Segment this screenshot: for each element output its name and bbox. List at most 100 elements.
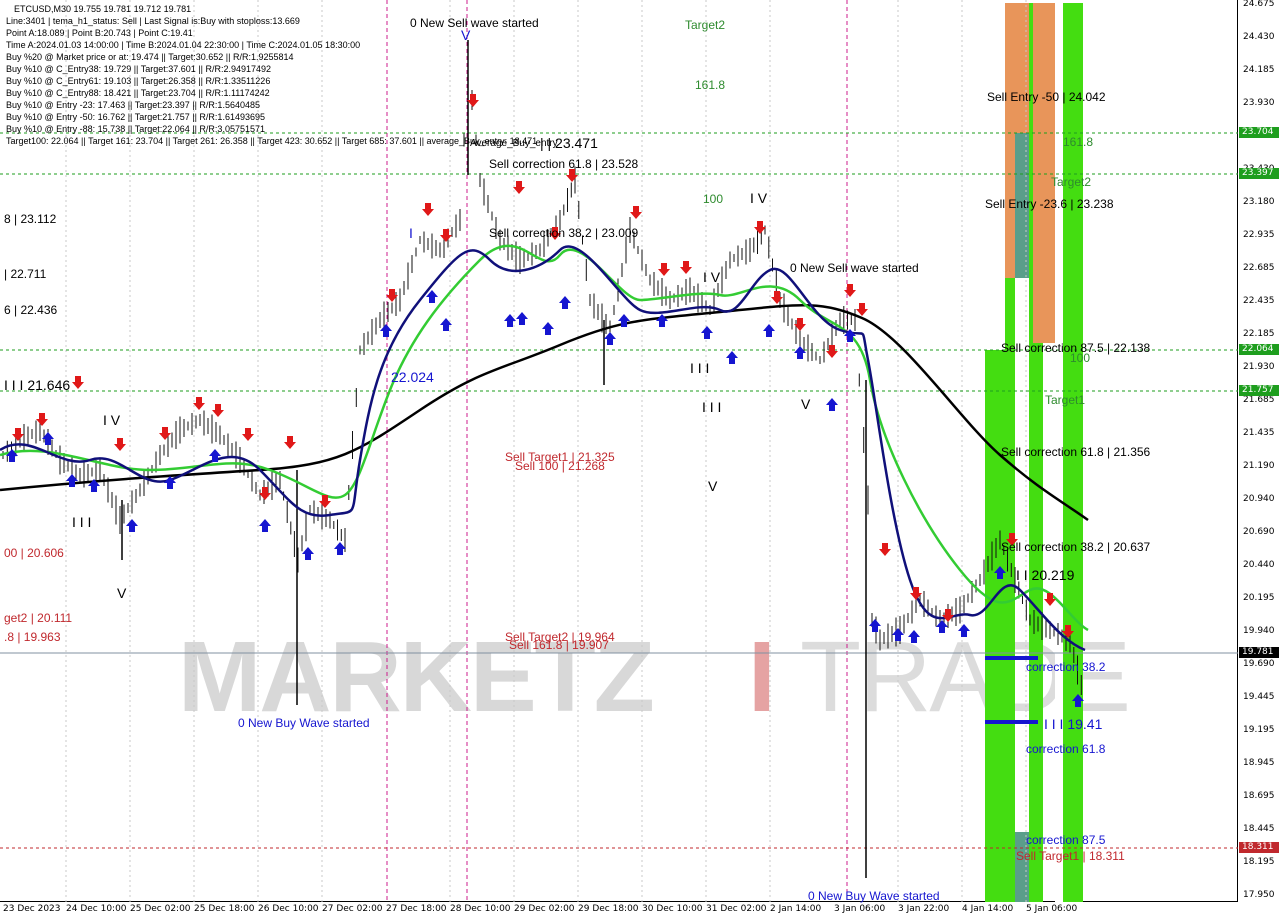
label-price-1941: I I I 19.41 [1044, 716, 1103, 732]
wave-v-3: V [801, 396, 811, 412]
label-sell-entry-50: Sell Entry -50 | 24.042 [987, 90, 1106, 104]
symbol-title: ETCUSD,M30 19.755 19.781 19.712 19.781 [14, 4, 192, 14]
buy-arrow-icon [516, 312, 528, 325]
label-corr-618: correction 61.8 [1026, 742, 1106, 756]
x-tick-label: 5 Jan 06:00 [1026, 904, 1078, 914]
label-buy-wave-2: 0 New Buy Wave started [808, 889, 940, 903]
wave-iv-3: I V [703, 269, 721, 285]
y-tick-label: 24.430 [1243, 32, 1275, 42]
x-tick-label: 29 Dec 18:00 [578, 904, 639, 914]
price-badge: 18.311 [1239, 842, 1279, 853]
label-buy-wave-1: 0 New Buy Wave started [238, 716, 370, 730]
x-tick-label: 29 Dec 02:00 [514, 904, 575, 914]
buy-arrow-icon [701, 326, 713, 339]
y-tick-label: 22.685 [1243, 263, 1275, 273]
info-line: Buy %10 @ Entry -50: 16.762 || Target:21… [6, 112, 265, 122]
label-left-target2: get2 | 20.111 [4, 611, 73, 625]
price-badge: 21.757 [1239, 385, 1279, 396]
label-100-right: 100 [1070, 351, 1091, 365]
y-tick-label: 21.685 [1243, 395, 1275, 405]
y-tick-label: 22.435 [1243, 296, 1275, 306]
info-line: Buy %10 @ C_Entry88: 18.421 || Target:23… [6, 88, 270, 98]
info-line: Line:3401 | tema_h1_status: Sell | Last … [6, 16, 300, 26]
info-line: Time A:2024.01.03 14:00:00 | Time B:2024… [6, 40, 361, 50]
buy-arrow-icon [302, 547, 314, 560]
label-sell-entry-236: Sell Entry -23.6 | 23.238 [985, 197, 1114, 211]
x-tick-label: 30 Dec 10:00 [642, 904, 703, 914]
sell-arrow-icon [658, 263, 670, 276]
label-100-top: 100 [703, 192, 724, 206]
sell-arrow-icon [513, 181, 525, 194]
sell-arrow-icon [159, 427, 171, 440]
sell-arrow-icon [879, 543, 891, 556]
label-sell-target1-right: Sell Target1 | 18.311 [1016, 849, 1125, 863]
sell-arrow-icon [212, 404, 224, 417]
sell-arrow-icon [242, 428, 254, 441]
x-tick-label: 31 Dec 02:00 [706, 904, 767, 914]
x-tick-label: 27 Dec 18:00 [386, 904, 447, 914]
x-tick-label: 24 Dec 10:00 [66, 904, 127, 914]
y-tick-label: 23.930 [1243, 98, 1275, 108]
label-22024: 22.024 [391, 369, 434, 385]
buy-arrow-icon [826, 398, 838, 411]
sell-arrow-icon [36, 413, 48, 426]
buy-arrow-icon [908, 630, 920, 643]
sell-arrow-icon [259, 487, 271, 500]
wave-iii-1: I I I [72, 514, 92, 530]
ma-mid-line [0, 244, 1089, 632]
x-tick-label: 25 Dec 02:00 [130, 904, 191, 914]
info-line: Buy %20 @ Market price or at: 19.474 || … [6, 52, 294, 62]
y-tick-label: 20.940 [1243, 494, 1275, 504]
buy-arrow-icon [656, 314, 668, 327]
label-sell-corr-618-top: Sell correction 61.8 | 23.528 [489, 157, 639, 171]
y-tick-label: 19.445 [1243, 692, 1275, 702]
label-left-23112: 8 | 23.112 [4, 212, 57, 226]
label-sell-corr-382-top: Sell correction 38.2 | 23.009 [489, 226, 639, 240]
label-sell-wave-2: 0 New Sell wave started [790, 261, 919, 275]
x-tick-label: 27 Dec 02:00 [322, 904, 383, 914]
buy-arrow-icon [559, 296, 571, 309]
info-line: Buy %10 @ Entry -88: 15.738 || Target:22… [6, 124, 265, 134]
y-tick-label: 21.435 [1243, 428, 1275, 438]
buy-arrow-icon [126, 519, 138, 532]
sell-arrow-icon [754, 221, 766, 234]
sell-arrow-icon [12, 428, 24, 441]
wave-iv-1: I V [103, 412, 121, 428]
sell-arrow-icon [422, 203, 434, 216]
sell-arrow-icon [284, 436, 296, 449]
zone-orange-2 [1033, 3, 1055, 343]
info-line: Buy %10 @ C_Entry38: 19.729 || Target:37… [6, 64, 271, 74]
label-target1-right: Target1 [1045, 393, 1086, 407]
price-badge: 19.781 [1239, 647, 1279, 658]
info-line: Target100: 22.064 || Target 161: 23.704 … [6, 136, 538, 146]
info-line: Buy %10 @ C_Entry61: 19.103 || Target:26… [6, 76, 271, 86]
y-tick-label: 19.690 [1243, 659, 1275, 669]
buy-arrow-icon [726, 351, 738, 364]
y-tick-label: 21.190 [1243, 461, 1275, 471]
y-tick-label: 24.185 [1243, 65, 1275, 75]
buy-arrow-icon [259, 519, 271, 532]
sell-arrow-icon [844, 284, 856, 297]
buy-arrow-icon [869, 619, 881, 632]
info-line: Buy %10 @ Entry -23: 17.463 || Target:23… [6, 100, 260, 110]
buy-arrow-icon [440, 318, 452, 331]
wave-iv-2: I V [750, 190, 768, 206]
label-left-20606: 00 | 20.606 [4, 546, 64, 560]
x-tick-label: 28 Dec 10:00 [450, 904, 511, 914]
label-sell-wave-1: 0 New Sell wave started [410, 16, 539, 30]
label-left-21646: I I I 21.646 [4, 377, 71, 393]
sell-arrow-icon [1044, 593, 1056, 606]
buy-arrow-icon [380, 324, 392, 337]
y-tick-label: 24.675 [1243, 0, 1275, 9]
wave-iii-2: I I I [690, 360, 710, 376]
chart-window: MARKETZ I TRADE ETCUSD,M30 19.755 19.781… [0, 0, 1280, 920]
sell-arrow-icon [467, 94, 479, 107]
ma-slow-line [0, 303, 1089, 522]
y-tick-label: 19.940 [1243, 626, 1275, 636]
buy-arrow-icon [334, 542, 346, 555]
label-target2-right: Target2 [1051, 175, 1092, 189]
wave-v-1: V [117, 585, 127, 601]
y-tick-label: 20.195 [1243, 593, 1275, 603]
x-tick-label: 4 Jan 14:00 [962, 904, 1014, 914]
ma-fast-line [0, 245, 1086, 652]
